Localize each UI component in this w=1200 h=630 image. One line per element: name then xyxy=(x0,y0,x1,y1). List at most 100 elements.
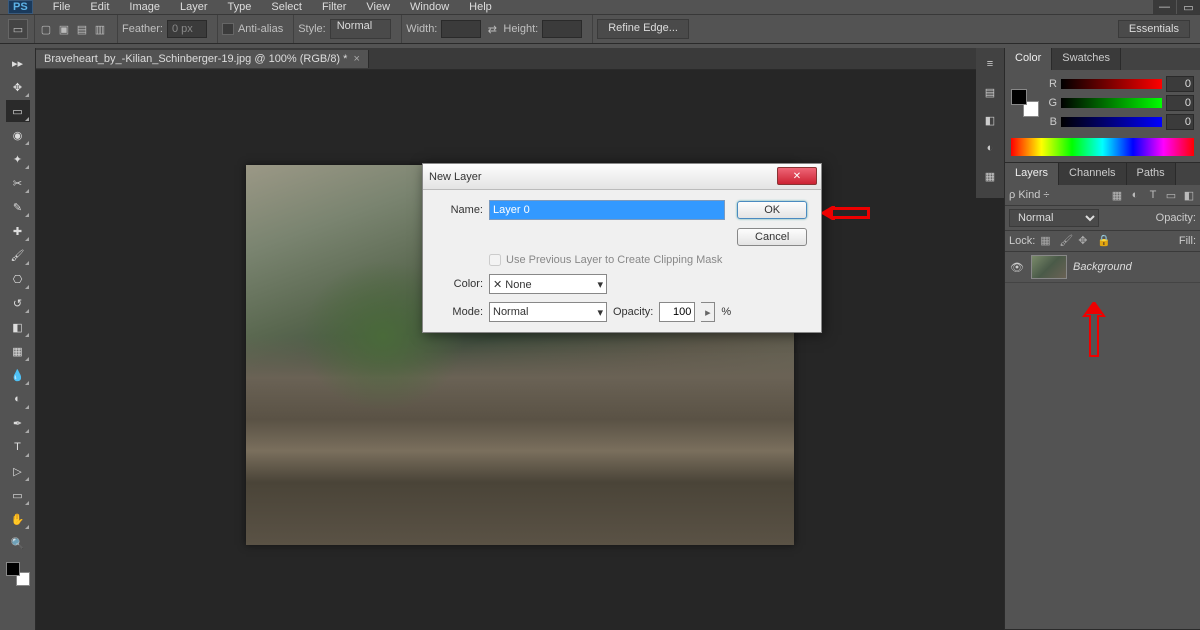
right-collapsed-panels: ≡ ▤ ◧ ◐ ▦ xyxy=(976,48,1004,198)
layer-list: 👁 Background xyxy=(1005,252,1200,283)
color-spectrum[interactable] xyxy=(1011,138,1194,156)
mode-select[interactable]: Normal▾ xyxy=(489,302,607,322)
tab-layers[interactable]: Layers xyxy=(1005,163,1059,185)
menu-file[interactable]: File xyxy=(43,1,81,13)
selection-new-icon[interactable]: ▢ xyxy=(39,22,53,36)
blur-tool[interactable]: 💧 xyxy=(6,364,30,386)
menu-window[interactable]: Window xyxy=(400,1,459,13)
crop-tool[interactable]: ✂ xyxy=(6,172,30,194)
foreground-background-color[interactable] xyxy=(6,562,30,586)
tab-paths[interactable]: Paths xyxy=(1127,163,1176,185)
filter-adjust-icon[interactable]: ◐ xyxy=(1128,188,1142,202)
window-controls: — ▭ xyxy=(1152,0,1200,14)
eraser-tool[interactable]: ◧ xyxy=(6,316,30,338)
actions-panel-icon[interactable]: ▤ xyxy=(980,82,1000,102)
new-layer-dialog: New Layer ✕ Name: OK Use Previous Layer … xyxy=(422,163,822,333)
clone-stamp-tool[interactable]: ⎔ xyxy=(6,268,30,290)
history-brush-tool[interactable]: ↺ xyxy=(6,292,30,314)
selection-intersect-icon[interactable]: ▥ xyxy=(93,22,107,36)
tools-panel: ▸▸ ✥ ▭ ◉ ✦ ✂ ✎ ✚ 🖌 ⎔ ↺ ◧ ▦ 💧 ◐ ✒ T ▷ ▭ ✋… xyxy=(0,48,36,630)
color-fg-bg[interactable] xyxy=(1011,89,1039,117)
quick-select-tool[interactable]: ✦ xyxy=(6,148,30,170)
type-tool[interactable]: T xyxy=(6,436,30,458)
style-select[interactable]: Normal xyxy=(330,19,391,39)
b-value[interactable] xyxy=(1166,114,1194,130)
filter-type-icon[interactable]: T xyxy=(1146,188,1160,202)
menu-filter[interactable]: Filter xyxy=(312,1,356,13)
properties-panel-icon[interactable]: ◧ xyxy=(980,110,1000,130)
opacity-input[interactable] xyxy=(659,302,695,322)
r-slider[interactable] xyxy=(1061,79,1162,89)
workspace-essentials-button[interactable]: Essentials xyxy=(1118,20,1190,38)
lock-position-icon[interactable]: ✥ xyxy=(1078,234,1092,248)
eyedropper-tool[interactable]: ✎ xyxy=(6,196,30,218)
layer-thumbnail[interactable] xyxy=(1031,255,1067,279)
doc-tab[interactable]: Braveheart_by_-Kilian_Schinberger-19.jpg… xyxy=(36,50,369,68)
clipping-mask-checkbox xyxy=(489,254,501,266)
character-panel-icon[interactable]: ▦ xyxy=(980,166,1000,186)
marquee-tool[interactable]: ▭ xyxy=(6,100,30,122)
foreground-color-swatch[interactable] xyxy=(6,562,20,576)
name-input[interactable] xyxy=(489,200,725,220)
pen-tool[interactable]: ✒ xyxy=(6,412,30,434)
filter-shape-icon[interactable]: ▭ xyxy=(1164,188,1178,202)
selection-add-icon[interactable]: ▣ xyxy=(57,22,71,36)
path-select-tool[interactable]: ▷ xyxy=(6,460,30,482)
filter-smart-icon[interactable]: ◧ xyxy=(1182,188,1196,202)
dialog-titlebar[interactable]: New Layer ✕ xyxy=(423,164,821,190)
maximize-button[interactable]: ▭ xyxy=(1176,0,1200,14)
menu-select[interactable]: Select xyxy=(261,1,312,13)
g-slider[interactable] xyxy=(1061,98,1162,108)
lock-all-icon[interactable]: 🔒 xyxy=(1097,234,1111,248)
brush-tool[interactable]: 🖌 xyxy=(6,244,30,266)
dodge-tool[interactable]: ◐ xyxy=(6,388,30,410)
minimize-button[interactable]: — xyxy=(1152,0,1176,14)
antialias-checkbox[interactable] xyxy=(222,23,234,35)
selection-subtract-icon[interactable]: ▤ xyxy=(75,22,89,36)
cancel-button[interactable]: Cancel xyxy=(737,228,807,246)
layer-row-background[interactable]: 👁 Background xyxy=(1005,252,1200,283)
brushes-panel-icon[interactable]: ◐ xyxy=(980,138,1000,158)
menu-view[interactable]: View xyxy=(356,1,400,13)
hand-tool[interactable]: ✋ xyxy=(6,508,30,530)
menu-edit[interactable]: Edit xyxy=(80,1,119,13)
collapse-handle-icon[interactable]: ▸▸ xyxy=(6,52,30,74)
r-value[interactable] xyxy=(1166,76,1194,92)
zoom-tool[interactable]: 🔍 xyxy=(6,532,30,554)
refine-edge-button[interactable]: Refine Edge... xyxy=(597,19,689,39)
options-bar: ▭ ▢ ▣ ▤ ▥ Feather: Anti-alias Style: Nor… xyxy=(0,14,1200,44)
gradient-tool[interactable]: ▦ xyxy=(6,340,30,362)
healing-brush-tool[interactable]: ✚ xyxy=(6,220,30,242)
color-select[interactable]: ✕ None▾ xyxy=(489,274,607,294)
canvas-area[interactable] xyxy=(36,70,1004,630)
layers-panel: Layers Channels Paths ρ Kind ÷ ▦ ◐ T ▭ ◧… xyxy=(1005,163,1200,630)
blend-mode-select[interactable]: Normal xyxy=(1009,209,1099,227)
style-label: Style: xyxy=(298,23,326,35)
g-label: G xyxy=(1045,97,1057,109)
tab-swatches[interactable]: Swatches xyxy=(1052,48,1121,70)
lock-pixels-icon[interactable]: 🖌 xyxy=(1059,234,1073,248)
history-panel-icon[interactable]: ≡ xyxy=(980,54,1000,74)
menu-type[interactable]: Type xyxy=(218,1,262,13)
g-value[interactable] xyxy=(1166,95,1194,111)
tab-color[interactable]: Color xyxy=(1005,48,1052,70)
swap-icon[interactable]: ⇄ xyxy=(485,22,499,36)
opacity-spinner[interactable]: ▸ xyxy=(701,302,715,322)
ok-button[interactable]: OK xyxy=(737,201,807,219)
lock-transparent-icon[interactable]: ▦ xyxy=(1040,234,1054,248)
move-tool[interactable]: ✥ xyxy=(6,76,30,98)
visibility-eye-icon[interactable]: 👁 xyxy=(1009,261,1025,274)
lasso-tool[interactable]: ◉ xyxy=(6,124,30,146)
menu-layer[interactable]: Layer xyxy=(170,1,218,13)
menu-help[interactable]: Help xyxy=(459,1,502,13)
b-slider[interactable] xyxy=(1061,117,1162,127)
dialog-title: New Layer xyxy=(429,171,482,183)
shape-tool[interactable]: ▭ xyxy=(6,484,30,506)
filter-image-icon[interactable]: ▦ xyxy=(1110,188,1124,202)
feather-input[interactable] xyxy=(167,20,207,38)
menu-image[interactable]: Image xyxy=(119,1,170,13)
dialog-close-button[interactable]: ✕ xyxy=(777,167,817,185)
tab-channels[interactable]: Channels xyxy=(1059,163,1126,185)
marquee-tool-icon[interactable]: ▭ xyxy=(8,19,28,39)
close-icon[interactable]: × xyxy=(353,53,359,65)
